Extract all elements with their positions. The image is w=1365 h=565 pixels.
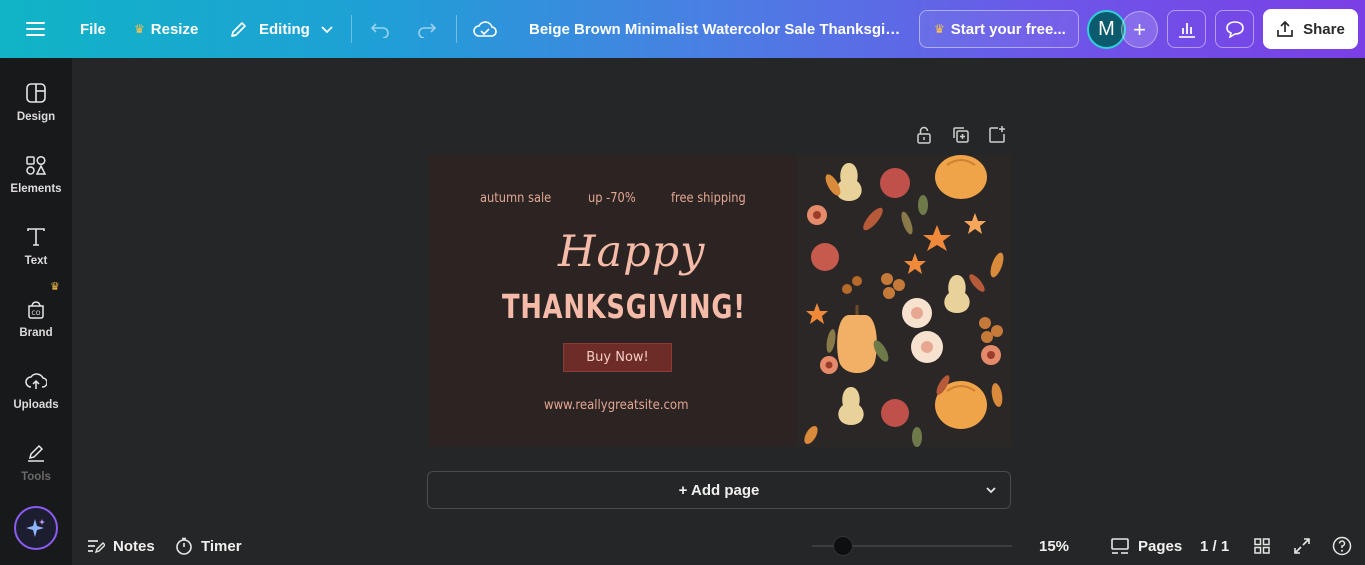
sidebar-item-label: Design — [16, 111, 56, 123]
notes-icon — [88, 540, 105, 554]
redo-button[interactable] — [416, 0, 438, 58]
lock-icon — [917, 126, 931, 144]
sidebar-item-design[interactable]: Design — [0, 60, 72, 126]
fullscreen-button[interactable] — [1293, 532, 1311, 560]
sidebar-item-uploads[interactable]: Uploads — [0, 348, 72, 414]
crown-icon: ♛ — [934, 22, 945, 36]
page-count: 1 / 1 — [1200, 537, 1230, 555]
share-button[interactable]: Share — [1263, 9, 1358, 49]
pages-label: Pages — [1138, 537, 1183, 555]
undo-button[interactable] — [369, 0, 391, 58]
file-menu[interactable]: File — [80, 0, 106, 58]
sidebar-item-label: Brand — [19, 327, 53, 339]
svg-text:CO: CO — [32, 310, 41, 317]
editing-label: Editing — [259, 20, 310, 38]
start-trial-label: Start your free... — [950, 20, 1066, 38]
brand-icon: CO — [28, 301, 44, 319]
autumn-sale-text[interactable]: autumn sale — [480, 191, 551, 206]
divider — [351, 15, 352, 43]
uploads-icon — [25, 373, 47, 389]
pages-button[interactable]: Pages — [1110, 532, 1182, 560]
share-label: Share — [1303, 20, 1345, 38]
insights-button[interactable] — [1167, 10, 1206, 48]
file-label: File — [80, 20, 106, 38]
sidebar-item-label: Elements — [10, 183, 62, 195]
happy-heading[interactable]: Happy — [558, 227, 705, 277]
notes-label: Notes — [113, 537, 155, 555]
timer-button[interactable]: Timer — [175, 532, 242, 560]
sidebar-item-text[interactable]: Text — [0, 204, 72, 270]
magic-assistant-button[interactable] — [14, 506, 58, 550]
duplicate-page-button[interactable] — [951, 125, 971, 147]
add-page-button[interactable]: + Add page — [427, 471, 1011, 509]
help-button[interactable] — [1332, 532, 1352, 560]
crown-icon: ♛ — [134, 22, 145, 36]
zoom-slider-handle[interactable] — [833, 536, 853, 556]
sidebar-item-label: Tools — [21, 471, 51, 483]
pages-icon — [1111, 538, 1129, 554]
timer-label: Timer — [201, 537, 242, 555]
bar-chart-icon — [1178, 23, 1195, 38]
sidebar-item-label: Text — [24, 255, 48, 267]
buy-now-button[interactable]: Buy Now! — [563, 343, 672, 372]
sidebar-item-elements[interactable]: Elements — [0, 132, 72, 198]
plus-icon: + — [1133, 16, 1146, 42]
lock-page-button[interactable] — [915, 125, 933, 147]
notes-button[interactable]: Notes — [87, 532, 155, 560]
document-title-text: Beige Brown Minimalist Watercolor Sale T… — [529, 20, 901, 38]
website-url-text[interactable]: www.reallygreatsite.com — [544, 398, 688, 413]
autumn-fruit-pattern — [797, 155, 1011, 447]
add-page-label: + Add page — [678, 481, 760, 499]
undo-icon — [370, 23, 389, 38]
page-indicator[interactable]: 1 / 1 — [1200, 532, 1229, 560]
duplicate-icon — [953, 127, 969, 143]
design-icon — [26, 83, 46, 103]
chevron-down-icon[interactable] — [984, 483, 998, 497]
text-icon — [27, 228, 45, 246]
resize-button[interactable]: ♛ Resize — [134, 0, 198, 58]
comments-button[interactable] — [1215, 10, 1254, 48]
comment-icon — [1225, 21, 1244, 38]
redo-icon — [418, 23, 437, 38]
watercolor-pattern-image[interactable] — [797, 155, 1011, 447]
grid-view-button[interactable] — [1253, 532, 1271, 560]
add-page-small-button[interactable] — [987, 125, 1007, 147]
design-canvas[interactable]: autumn sale up -70% free shipping Happy … — [428, 155, 1011, 447]
avatar-initial: M — [1098, 18, 1115, 40]
sidebar-item-brand[interactable]: CO Brand — [0, 276, 72, 342]
top-bar: File ♛ Resize Editing Beige Brown Minima… — [0, 0, 1365, 58]
resize-label: Resize — [150, 20, 199, 38]
hamburger-icon — [26, 22, 45, 36]
editing-mode-dropdown[interactable]: Editing — [229, 0, 334, 58]
start-trial-button[interactable]: ♛ Start your free... — [919, 10, 1079, 48]
cloud-check-icon — [473, 21, 497, 37]
document-title[interactable]: Beige Brown Minimalist Watercolor Sale T… — [529, 0, 901, 58]
free-shipping-text[interactable]: free shipping — [671, 191, 746, 206]
upload-share-icon — [1277, 20, 1293, 37]
thanksgiving-heading[interactable]: THANKSGIVING! — [502, 287, 746, 326]
tools-icon — [28, 444, 44, 462]
pencil-icon — [231, 22, 246, 37]
sidebar-item-tools[interactable]: Tools — [0, 420, 72, 486]
menu-button[interactable] — [26, 0, 46, 58]
grid-icon — [1254, 538, 1270, 554]
sparkle-icon — [26, 519, 45, 537]
chevron-down-icon — [321, 26, 333, 34]
invite-button[interactable]: + — [1121, 11, 1158, 48]
sidebar-item-label: Uploads — [13, 399, 59, 411]
discount-text[interactable]: up -70% — [588, 191, 636, 206]
stopwatch-icon — [176, 537, 192, 555]
buy-now-label: Buy Now! — [586, 350, 649, 365]
zoom-value: 15% — [1039, 537, 1070, 555]
cloud-save-status[interactable] — [473, 0, 497, 58]
add-page-icon — [989, 126, 1005, 143]
divider — [456, 15, 457, 43]
left-sidebar: Design Elements Text ♛ CO Brand Uploads … — [0, 58, 72, 565]
help-icon — [1332, 536, 1352, 556]
elements-icon — [26, 155, 47, 175]
zoom-level[interactable]: 15% — [1039, 532, 1069, 560]
expand-icon — [1294, 538, 1310, 554]
design-text-panel: autumn sale up -70% free shipping Happy … — [428, 155, 797, 447]
